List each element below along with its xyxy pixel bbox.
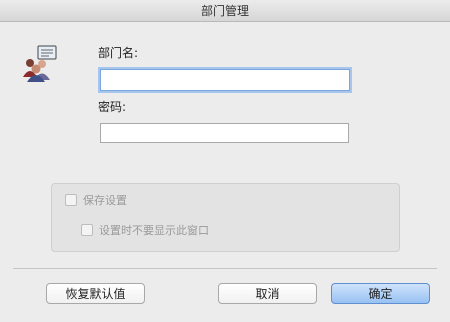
cancel-button[interactable]: 取消 xyxy=(218,283,317,304)
dont-show-window-label: 设置时不要显示此窗口 xyxy=(99,224,209,237)
restore-defaults-button[interactable]: 恢复默认值 xyxy=(46,283,145,304)
department-label: 部门名: xyxy=(98,46,139,60)
department-input[interactable] xyxy=(100,69,350,91)
divider xyxy=(13,268,437,269)
password-input[interactable] xyxy=(100,123,349,143)
password-label: 密码: xyxy=(98,100,127,114)
users-group-icon xyxy=(23,45,57,82)
save-settings-label: 保存设置 xyxy=(83,194,127,207)
save-settings-checkbox[interactable]: 保存设置 xyxy=(65,192,127,208)
checkbox-icon xyxy=(81,224,93,236)
window-title: 部门管理 xyxy=(0,0,450,22)
ok-button[interactable]: 确定 xyxy=(331,283,430,304)
dont-show-window-checkbox[interactable]: 设置时不要显示此窗口 xyxy=(81,222,209,238)
department-dialog: 部门管理 部门名: 密码: 保存设置 设置时不要显示此窗口 恢复默认值 取消 确… xyxy=(0,0,450,322)
checkbox-icon xyxy=(65,194,77,206)
